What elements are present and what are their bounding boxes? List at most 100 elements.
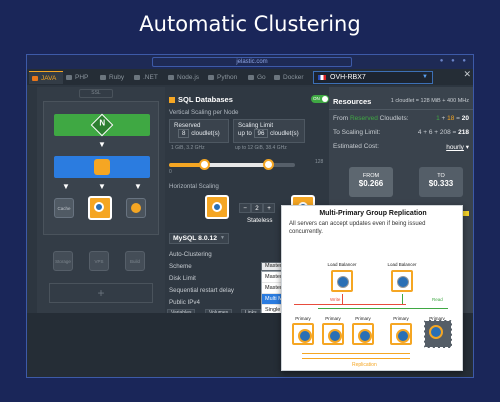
nodejs-icon [168, 75, 174, 80]
storage-node[interactable]: Storage [53, 251, 73, 271]
auto-clustering-label: Auto-Clustering [169, 251, 212, 258]
node-count-value[interactable]: 2 [251, 203, 263, 213]
new-primary-node-icon [424, 320, 452, 348]
environment-selector[interactable]: OVH-RBX7 ▼ [313, 71, 433, 84]
java-icon [32, 76, 38, 81]
write-label: Write [330, 297, 341, 302]
to-price: TO $0.333 [419, 167, 463, 197]
tab-dotnet[interactable]: .NET [131, 71, 165, 84]
environment-name: OVH-RBX7 [330, 74, 366, 81]
write-line [294, 304, 406, 305]
load-balancer-icon [391, 270, 413, 292]
minus-button[interactable]: − [239, 203, 251, 213]
replication-line [302, 353, 410, 354]
mysql-icon [94, 202, 104, 212]
reserved-input[interactable]: 8 [178, 129, 190, 138]
section-toggle[interactable]: ON [311, 95, 329, 103]
connector [342, 294, 343, 304]
chevron-down-icon: ▼ [220, 235, 225, 241]
vps-node[interactable]: VPS [89, 251, 109, 271]
tab-label: PHP [75, 74, 89, 81]
replication-popover: Multi-Primary Group Replication All serv… [281, 205, 463, 371]
scheme-label: Scheme [169, 263, 192, 270]
from-price: FROM $0.266 [349, 167, 393, 197]
add-node-button[interactable]: + [49, 283, 153, 303]
arrow-down-icon: ▼ [62, 182, 70, 191]
scaled-node-icon [205, 195, 229, 219]
database-icon [169, 97, 175, 104]
nginx-balancer-node[interactable]: N [54, 113, 150, 137]
address-bar: jelastic.com ● ● ● [27, 55, 473, 69]
java-app-server-node[interactable] [54, 156, 150, 178]
flag-icon [318, 75, 326, 80]
version-select[interactable]: MySQL 8.0.12 ▼ [169, 233, 229, 244]
cloudlet-note: 1 cloudlet = 128 MiB + 400 MHz [390, 98, 469, 104]
docker-icon [274, 75, 280, 80]
popover-description: All servers can accept updates even if b… [289, 221, 426, 235]
chevron-down-icon: ▾ [465, 144, 469, 151]
tab-php[interactable]: PHP [63, 71, 97, 84]
period-select[interactable]: hourly ▾ [446, 143, 469, 151]
tab-label: .NET [143, 74, 158, 81]
cache-node[interactable]: Cache [54, 198, 74, 218]
limit-handle[interactable] [263, 159, 274, 170]
topology-panel: SSL N ▼ ▼ ▼ ▼ Cache Storage VPS Build + [37, 87, 165, 313]
cloudlet-slider[interactable] [169, 159, 295, 170]
primary-label: Primary [355, 316, 371, 321]
primary-node-icon [390, 323, 412, 345]
resources-title: Resources [333, 97, 372, 106]
arrow-down-icon: ▼ [134, 182, 142, 191]
reserved-cloudlets-value: 1 + 18 = 20 [436, 115, 469, 122]
tab-docker[interactable]: Docker [271, 71, 311, 84]
scaling-limit-label: To Scaling Limit: [333, 129, 381, 136]
build-node[interactable]: Build [125, 251, 145, 271]
ssl-toggle[interactable]: SSL [79, 89, 113, 98]
load-balancer-label: Load Balancer [387, 262, 417, 267]
python-icon [208, 75, 214, 80]
disk-limit-label: Disk Limit [169, 275, 196, 282]
ruby-icon [100, 75, 106, 80]
mongodb-icon [131, 203, 141, 213]
primary-node-icon [292, 323, 314, 345]
replication-line [302, 358, 410, 359]
tab-go[interactable]: Go [245, 71, 271, 84]
tab-label: JAVA [41, 75, 57, 82]
load-balancer-label: Load Balancer [327, 262, 357, 267]
plus-button[interactable]: + [263, 203, 275, 213]
topology-canvas: N ▼ ▼ ▼ ▼ Cache [43, 101, 159, 235]
scaling-limit-value: 4 + 6 + 208 = 218 [417, 129, 469, 136]
arrow-down-icon: ▼ [98, 140, 106, 149]
primary-node-icon [352, 323, 374, 345]
tab-ruby[interactable]: Ruby [97, 71, 131, 84]
arrow-down-icon: ▼ [98, 182, 106, 191]
reserved-cloudlets-box: Reserved 8 cloudlet(s) [169, 119, 229, 143]
horizontal-scaling-label: Horizontal Scaling [169, 183, 219, 190]
address-field[interactable]: jelastic.com [152, 57, 352, 67]
tomcat-icon [94, 159, 110, 175]
tab-label: Python [217, 74, 238, 81]
reserved-handle[interactable] [199, 159, 210, 170]
reserved-sub: 1 GiB, 3.2 GHz [171, 145, 205, 151]
replication-label: Replication [352, 362, 377, 368]
tab-nodejs[interactable]: Node.js [165, 71, 205, 84]
node-count-stepper[interactable]: −2 + [239, 203, 283, 213]
slider-fill-limit [203, 163, 267, 167]
scaling-limit-input[interactable]: 96 [253, 129, 269, 138]
banner-title: Automatic Clustering [139, 12, 361, 36]
tab-python[interactable]: Python [205, 71, 245, 84]
slider-fill-reserved [169, 163, 203, 167]
divider [329, 109, 473, 110]
close-icon[interactable]: ✕ [463, 69, 471, 80]
primary-label: Primary [325, 316, 341, 321]
tab-label: Go [257, 74, 266, 81]
stateless-label[interactable]: Stateless [247, 217, 272, 224]
nosql-node[interactable] [126, 198, 146, 218]
tab-java[interactable]: JAVA [29, 71, 63, 84]
connector [402, 294, 403, 304]
tab-label: Ruby [109, 74, 125, 81]
tab-label: Docker [283, 74, 304, 81]
mysql-node[interactable] [88, 196, 112, 220]
sequential-restart-label: Sequential restart delay [169, 287, 235, 294]
go-icon [248, 75, 254, 80]
primary-label: Primary [393, 316, 409, 321]
